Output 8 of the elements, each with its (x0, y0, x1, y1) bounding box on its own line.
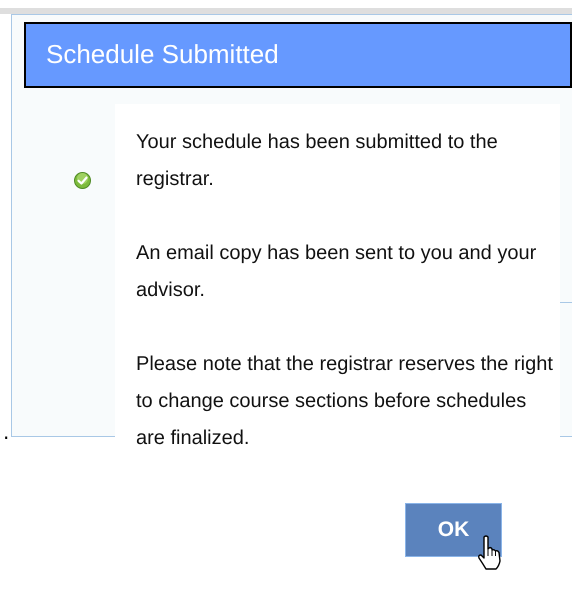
ok-button[interactable]: OK (405, 503, 502, 557)
hand-cursor-icon (477, 535, 503, 571)
message-text: Your schedule has been submitted to the registrar. (136, 130, 499, 192)
message-text: Please note that the registrar reserves the right to change course sections before schedules are finalized. (136, 352, 554, 451)
message-text: An email copy has been sent to you and your advisor. (136, 241, 538, 303)
success-check-icon (74, 172, 91, 189)
page-text: . (3, 422, 10, 442)
dialog-title: Schedule Submitted (24, 22, 572, 88)
